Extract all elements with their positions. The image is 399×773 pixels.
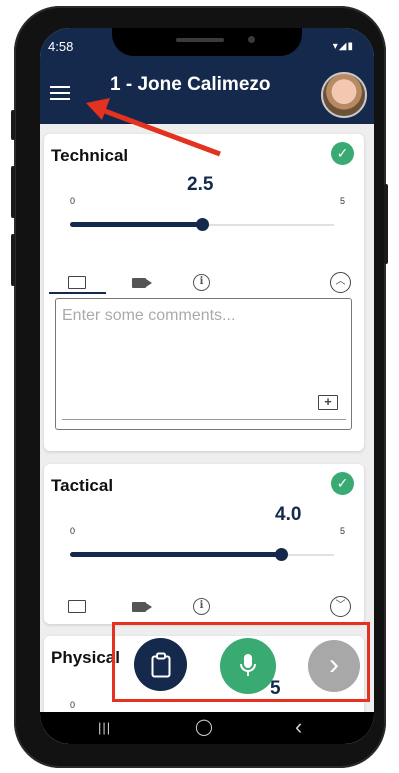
annotation-highlight-box <box>112 622 370 702</box>
